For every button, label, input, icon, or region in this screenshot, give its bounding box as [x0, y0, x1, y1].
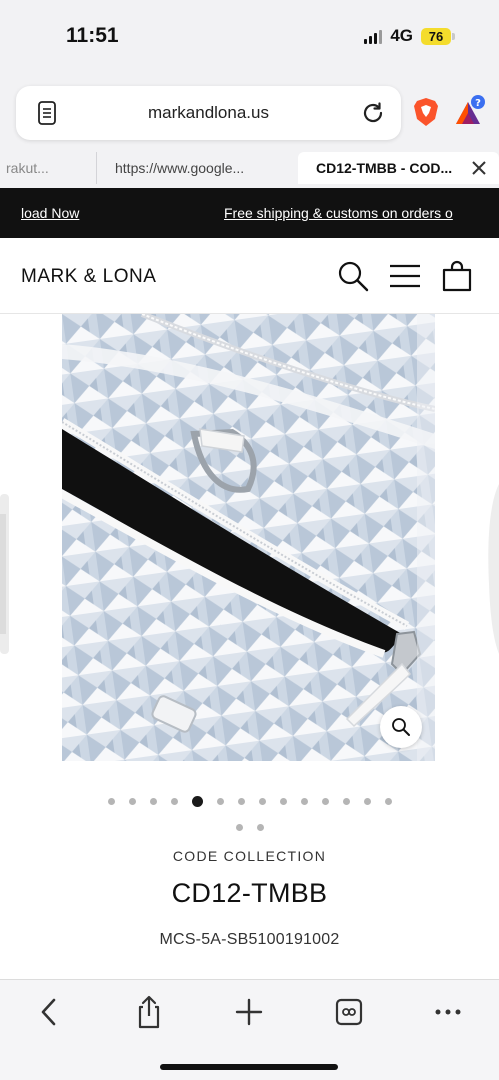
pagination-dot[interactable]	[128, 797, 136, 805]
product-sku: MCS-5A-SB5100191002	[159, 931, 340, 948]
tab-strip: rakut... https://www.google... CD12-TMBB…	[0, 152, 499, 188]
status-bar: 11:51 4G 76	[0, 0, 499, 70]
menu-icon[interactable]	[389, 260, 421, 292]
address-bar[interactable]: markandlona.us	[16, 86, 401, 140]
close-tab-icon[interactable]	[471, 160, 487, 176]
tabs-overview-icon[interactable]	[331, 994, 367, 1030]
battery-level: 76	[421, 27, 451, 45]
pagination-dot[interactable]	[258, 797, 266, 805]
status-time: 11:51	[66, 24, 119, 47]
pagination-dot[interactable]	[216, 797, 224, 805]
product-image[interactable]	[62, 314, 435, 761]
pagination-dot[interactable]	[107, 797, 115, 805]
prev-product-image[interactable]	[0, 494, 12, 654]
new-tab-icon[interactable]	[231, 994, 267, 1030]
cart-icon[interactable]	[441, 260, 473, 292]
pagination-dot[interactable]	[235, 823, 243, 831]
tab-active[interactable]: CD12-TMBB - COD...	[298, 152, 499, 184]
status-indicators: 4G 76	[364, 26, 455, 46]
tab-google[interactable]: https://www.google...	[96, 152, 296, 184]
product-gallery[interactable]	[0, 314, 499, 774]
pagination-dot[interactable]	[170, 797, 178, 805]
pagination-dot[interactable]	[279, 797, 287, 805]
pagination-dot[interactable]	[237, 797, 245, 805]
pagination-dot[interactable]	[384, 797, 392, 805]
pagination-dot[interactable]	[363, 797, 371, 805]
reload-icon[interactable]	[361, 101, 385, 125]
search-icon[interactable]	[337, 260, 369, 292]
product-title: CD12-TMBB	[171, 878, 328, 908]
announcement-bar: load Now Free shipping & customs on orde…	[0, 188, 499, 238]
pagination-dot[interactable]	[342, 797, 350, 805]
pagination-dot-active[interactable]	[191, 795, 203, 807]
tab-active-label: CD12-TMBB - COD...	[316, 160, 453, 176]
next-product-image[interactable]	[485, 484, 499, 654]
back-icon[interactable]	[32, 994, 68, 1030]
pagination-dot[interactable]	[256, 823, 264, 831]
browser-toolbar	[0, 979, 499, 1080]
more-icon[interactable]	[430, 994, 466, 1030]
zoom-icon	[392, 718, 410, 736]
product-collection: CODE COLLECTION	[172, 848, 327, 864]
tab-rakuten[interactable]: rakut...	[0, 152, 94, 184]
site-header: MARK & LONA	[0, 238, 499, 314]
site-logo[interactable]: MARK & LONA	[21, 266, 156, 288]
pagination-dot[interactable]	[300, 797, 308, 805]
share-icon[interactable]	[131, 994, 167, 1030]
signal-icon	[364, 28, 383, 44]
zoom-button[interactable]	[380, 706, 422, 748]
home-indicator[interactable]	[160, 1064, 338, 1070]
announcement-link-left[interactable]: load Now	[21, 205, 79, 221]
battery-icon: 76	[421, 27, 455, 45]
rewards-icon[interactable]: ?	[452, 94, 486, 128]
pagination-dot[interactable]	[149, 797, 157, 805]
announcement-link-right[interactable]: Free shipping & customs on orders o	[224, 205, 453, 221]
brave-shields-icon[interactable]	[413, 97, 439, 127]
gallery-pagination	[0, 794, 499, 846]
url-text[interactable]: markandlona.us	[16, 103, 401, 123]
network-type: 4G	[390, 26, 413, 45]
pagination-dot[interactable]	[321, 797, 329, 805]
browser-chrome: markandlona.us ? rakut... https://www.go…	[0, 70, 499, 188]
svg-text:?: ?	[475, 98, 481, 109]
